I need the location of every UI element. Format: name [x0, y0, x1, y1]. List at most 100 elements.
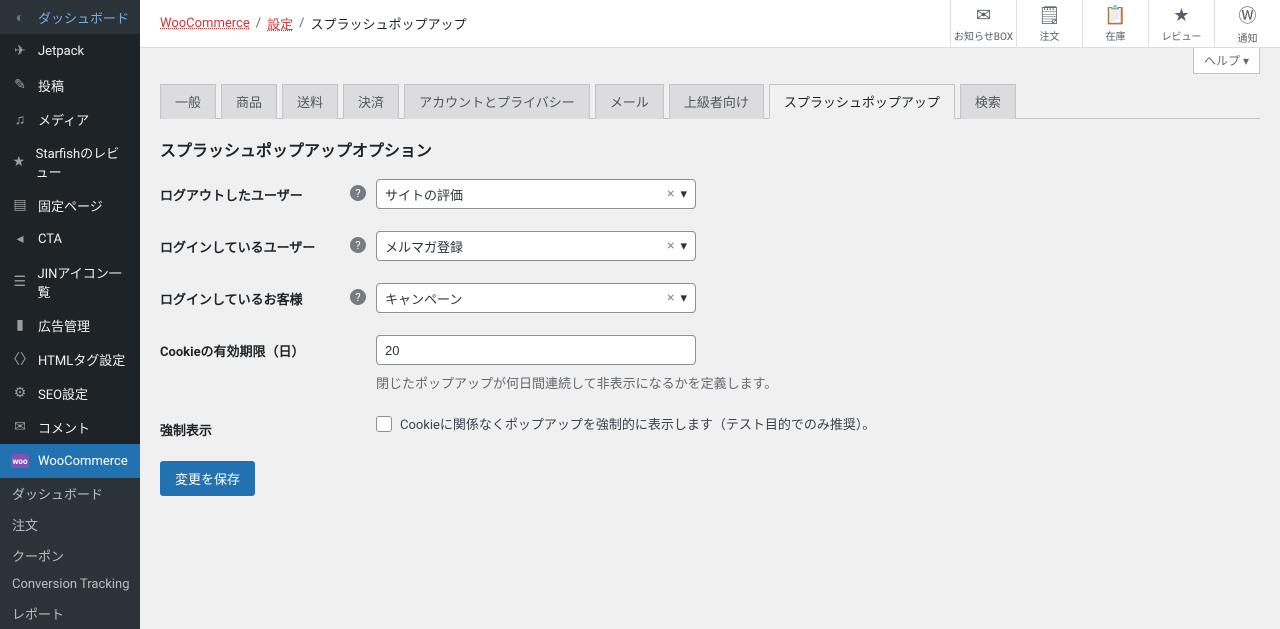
breadcrumb-root[interactable]: WooCommerce	[160, 16, 250, 31]
clipboard-icon: 📋	[1104, 5, 1126, 26]
star-icon: ★	[10, 152, 28, 172]
clear-icon[interactable]: ×	[667, 290, 674, 306]
tab-privacy[interactable]: アカウントとプライバシー	[404, 84, 590, 119]
sidebar-item-starfish[interactable]: ★Starfishのレビュー	[0, 136, 140, 188]
help-tab[interactable]: ヘルプ ▾	[1193, 48, 1260, 74]
topicon-label: 注文	[1040, 28, 1060, 43]
topicon-stock[interactable]: 📋在庫	[1082, 0, 1148, 47]
tab-advanced[interactable]: 上級者向け	[669, 84, 764, 119]
field-label: Cookieの有効期限（日）	[160, 335, 350, 360]
checkbox-force[interactable]	[376, 416, 392, 432]
breadcrumb-sep: /	[256, 16, 261, 31]
sidebar-label: コメント	[38, 418, 90, 437]
tab-products[interactable]: 商品	[221, 84, 277, 119]
sidebar-item-woocommerce[interactable]: woo WooCommerce	[0, 444, 140, 478]
topicon-inbox[interactable]: ✉ お知らせBOX	[950, 0, 1016, 47]
sidebar-item-posts[interactable]: ✎ 投稿	[0, 68, 140, 102]
sidebar-item-jin-icons[interactable]: ☰ JINアイコン一覧	[0, 256, 140, 308]
select-logged-in[interactable]: メルマガ登録 × ▾	[376, 231, 696, 261]
breadcrumb-settings[interactable]: 設定	[267, 14, 293, 33]
gauge-icon: ◐	[10, 7, 30, 27]
field-label: ログアウトしたユーザー	[160, 179, 350, 204]
section-heading: スプラッシュポップアップオプション	[160, 137, 1260, 161]
admin-sidebar: ◐ ダッシュボード ✈Jetpack ✎ 投稿 ♫ メディア ★Starfishのレビ…	[0, 0, 140, 512]
jetpack-icon: ✈	[10, 41, 30, 61]
breadcrumb-sep: /	[299, 16, 304, 31]
save-button[interactable]: 変更を保存	[160, 461, 255, 496]
content-area: 一般 商品 送料 決済 アカウントとプライバシー メール 上級者向け スプラッシ…	[140, 74, 1280, 512]
field-label: 強制表示	[160, 414, 350, 439]
orders-icon: 🗒	[1038, 5, 1061, 26]
sidebar-label: ダッシュボード	[38, 8, 129, 27]
submenu-dashboard[interactable]: ダッシュボード	[0, 478, 140, 509]
chat-icon: ✉	[10, 417, 30, 437]
sidebar-label: メディア	[38, 110, 89, 129]
select-value: メルマガ登録	[385, 237, 667, 256]
woocommerce-icon: woo	[10, 451, 30, 471]
submenu-reports[interactable]: レポート	[0, 598, 140, 629]
topicon-notify[interactable]: Ⓦ 通知	[1214, 0, 1280, 47]
gear-icon: ⚙	[10, 383, 30, 403]
help-icon[interactable]: ?	[350, 289, 366, 305]
help-icon[interactable]: ?	[350, 185, 366, 201]
field-desc: Cookieに関係なくポップアップを強制的に表示します（テスト目的でのみ推奨）。	[400, 414, 875, 433]
sidebar-label: CTA	[38, 232, 62, 247]
clear-icon[interactable]: ×	[667, 238, 674, 254]
sidebar-label: JINアイコン一覧	[37, 263, 132, 301]
pages-icon: ▤	[10, 195, 30, 215]
code-icon: 〈〉	[10, 349, 30, 369]
media-icon: ♫	[10, 109, 30, 129]
tab-payments[interactable]: 決済	[343, 84, 399, 119]
topicon-reviews[interactable]: ★ レビュー	[1148, 0, 1214, 47]
topicon-label: レビュー	[1162, 28, 1202, 43]
sidebar-label: 投稿	[38, 76, 64, 95]
sidebar-item-ads[interactable]: ▮広告管理	[0, 308, 140, 342]
select-logged-out[interactable]: サイトの評価 × ▾	[376, 179, 696, 209]
sidebar-item-seo[interactable]: ⚙ SEO設定	[0, 376, 140, 410]
tab-shipping[interactable]: 送料	[282, 84, 338, 119]
tab-search[interactable]: 検索	[960, 84, 1016, 119]
row-logged-in: ログインしているユーザー ? メルマガ登録 × ▾	[160, 231, 1260, 261]
sidebar-label: WooCommerce	[38, 454, 128, 469]
submenu-coupons[interactable]: クーポン	[0, 540, 140, 571]
pin-icon: ✎	[10, 75, 30, 95]
topicon-label: お知らせBOX	[954, 28, 1013, 43]
row-force: 強制表示 Cookieに関係なくポップアップを強制的に表示します（テスト目的での…	[160, 414, 1260, 439]
topicon-orders[interactable]: 🗒 注文	[1016, 0, 1082, 47]
main-content: WooCommerce / 設定 / スプラッシュポップアップ ✉ お知らせBOX…	[140, 0, 1280, 512]
list-icon: ☰	[10, 272, 29, 292]
row-customer: ログインしているお客様 ? キャンペーン × ▾	[160, 283, 1260, 313]
sidebar-item-html[interactable]: 〈〉 HTMLタグ設定	[0, 342, 140, 376]
wp-icon: Ⓦ	[1239, 2, 1257, 28]
sidebar-label: 固定ページ	[38, 196, 103, 215]
sidebar-item-comments[interactable]: ✉ コメント	[0, 410, 140, 444]
sidebar-item-cta[interactable]: ◂ CTA	[0, 222, 140, 256]
help-bar: ヘルプ ▾	[140, 48, 1280, 74]
submenu-orders[interactable]: 注文	[0, 509, 140, 540]
cta-icon: ◂	[10, 229, 30, 249]
input-cookie-days[interactable]	[376, 335, 696, 365]
sidebar-item-dashboard[interactable]: ◐ ダッシュボード	[0, 0, 140, 34]
sidebar-item-pages[interactable]: ▤ 固定ページ	[0, 188, 140, 222]
select-customer[interactable]: キャンペーン × ▾	[376, 283, 696, 313]
topicon-label: 通知	[1238, 30, 1258, 45]
top-icons: ✉ お知らせBOX 🗒 注文 📋在庫 ★ レビュー Ⓦ 通知	[950, 0, 1280, 47]
tab-general[interactable]: 一般	[160, 84, 216, 119]
sidebar-item-media[interactable]: ♫ メディア	[0, 102, 140, 136]
select-value: サイトの評価	[385, 185, 667, 204]
inbox-icon: ✉	[976, 5, 991, 26]
tab-splash[interactable]: スプラッシュポップアップ	[769, 84, 955, 119]
clear-icon[interactable]: ×	[667, 186, 674, 202]
topbar: WooCommerce / 設定 / スプラッシュポップアップ ✉お知らせBOX…	[140, 0, 1280, 48]
tab-emails[interactable]: メール	[595, 84, 664, 119]
star-icon: ★	[1173, 5, 1189, 26]
sidebar-label: SEO設定	[38, 384, 88, 403]
ads-icon: ▮	[10, 315, 30, 335]
help-icon[interactable]: ?	[350, 237, 366, 253]
sidebar-item-jetpack[interactable]: ✈Jetpack	[0, 34, 140, 68]
submenu-conversion[interactable]: Conversion Tracking	[0, 571, 140, 598]
field-label: ログインしているお客様	[160, 283, 350, 308]
select-value: キャンペーン	[385, 289, 667, 308]
chevron-down-icon: ▾	[680, 291, 687, 306]
sidebar-label: HTMLタグ設定	[38, 350, 125, 369]
